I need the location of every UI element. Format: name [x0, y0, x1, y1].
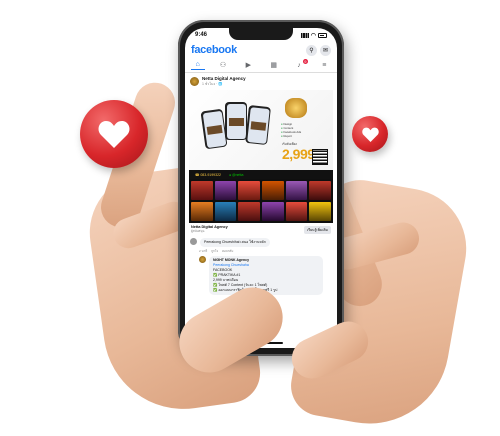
brand-emblem — [285, 98, 307, 118]
notification-badge: 9 — [302, 58, 308, 64]
ad-footer-sub: ผู้สนับสนุน — [191, 229, 205, 233]
marketplace-icon[interactable]: ▦ — [267, 61, 281, 69]
signal-icon — [300, 32, 309, 38]
search-icon[interactable]: ⚲ — [306, 44, 317, 56]
qr-code — [312, 149, 328, 165]
ad-phone-mockup — [200, 108, 228, 150]
heart-icon — [98, 121, 130, 148]
comment: Peerakong Chueshihai เสนอ ใช้งานหลัก — [185, 236, 337, 249]
reply-avatar[interactable] — [199, 255, 206, 263]
menu-icon[interactable]: ≡ — [317, 62, 331, 69]
commenter-avatar[interactable] — [190, 238, 197, 245]
feature-list: Design Content Facebook Ads Report — [281, 122, 301, 138]
portfolio-thumb — [214, 202, 237, 221]
contact-phone: ☎ 083-9199322 — [195, 172, 221, 177]
ad-phone-mockup — [245, 104, 271, 146]
portfolio-thumb — [214, 181, 237, 200]
price-value: 2,999 — [282, 146, 315, 162]
reply-bubble: NIGHT MONK Agency Peerakong Chueshaha FA… — [209, 255, 323, 295]
home-icon[interactable]: ⌂ — [190, 61, 205, 70]
app-header: facebook ⚲ ✉ — [185, 42, 337, 58]
portfolio-thumb — [191, 202, 213, 221]
page-avatar[interactable] — [190, 77, 199, 86]
portfolio-thumb — [309, 202, 331, 221]
learn-more-button[interactable]: เรียนรู้เพิ่มเติม — [304, 225, 331, 234]
comment-like-link[interactable]: ถูกใจ — [211, 249, 218, 254]
portfolio-grid — [189, 179, 333, 223]
portfolio-thumb — [285, 202, 308, 221]
messenger-icon[interactable]: ✉ — [320, 44, 331, 56]
friends-icon[interactable]: ⚇ — [216, 61, 230, 69]
status-time: 9:46 — [195, 32, 208, 38]
post-meta: 1 ชั่วโมง · 🌐 — [202, 82, 223, 86]
portfolio-thumb — [261, 202, 284, 221]
contact-line: ● @netta — [228, 172, 244, 177]
heart-reaction-bubble — [352, 116, 388, 152]
comment-time: 2 นาที — [199, 248, 208, 253]
heart-icon — [361, 127, 379, 142]
post-header: Netta Digital Agency 1 ชั่วโมง · 🌐 — [185, 73, 337, 90]
ad-footer: Netta Digital Agency ผู้สนับสนุน เรียนรู… — [185, 223, 337, 236]
portfolio-thumb — [238, 181, 260, 200]
feature-item: Report — [281, 134, 292, 138]
wifi-icon: ◠ — [310, 32, 316, 39]
battery-icon — [318, 32, 327, 38]
ad-phone-mockup — [225, 102, 247, 140]
portfolio-thumb — [261, 181, 284, 200]
notifications-icon[interactable]: ♪ 9 — [292, 58, 308, 69]
portfolio-thumb — [285, 181, 308, 200]
ad-image[interactable]: Design Content Facebook Ads Report เริ่ม… — [189, 90, 333, 170]
contact-strip: ☎ 083-9199322 ● @netta — [189, 170, 333, 179]
facebook-logo: facebook — [191, 44, 237, 56]
comment-reply-link[interactable]: ตอบกลับ — [222, 249, 233, 254]
heart-reaction-bubble — [80, 100, 148, 168]
phone-notch — [229, 28, 293, 40]
comment-text: Peerakong Chueshihai เสนอ ใช้งานหลัก — [200, 238, 270, 247]
portfolio-thumb — [309, 181, 331, 200]
main-nav: ⌂ ⚇ ▶ ▦ ♪ 9 ≡ — [185, 58, 337, 73]
portfolio-thumb — [191, 181, 213, 200]
watch-icon[interactable]: ▶ — [241, 61, 255, 69]
portfolio-thumb — [238, 202, 260, 221]
status-icons: ◠ — [300, 32, 327, 39]
